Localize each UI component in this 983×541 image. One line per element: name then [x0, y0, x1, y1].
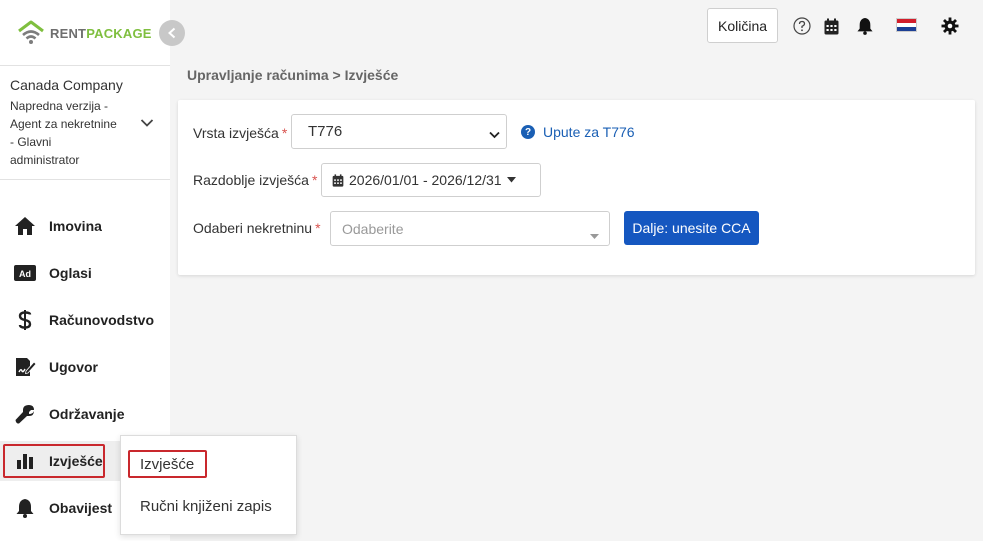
required-mark: *: [315, 220, 321, 236]
logo[interactable]: RENTPACKAGE: [16, 18, 152, 48]
report-form-card: Vrsta izvješća * T776 ? Upute za T776 Raz…: [178, 100, 975, 275]
calendar-icon[interactable]: [821, 16, 841, 36]
next-enter-cca-button[interactable]: Dalje: unesite CCA: [624, 211, 759, 245]
bell-icon[interactable]: [855, 16, 875, 36]
calendar-icon: [332, 173, 344, 187]
period-label: Razdoblje izvješća *: [193, 172, 317, 188]
sidebar-divider: [0, 65, 170, 66]
brand-name: RENTPACKAGE: [50, 26, 152, 41]
sidebar-item-odrzavanje[interactable]: Održavanje: [0, 394, 170, 434]
property-label: Odaberi nekretninu *: [193, 220, 321, 236]
report-help-link[interactable]: ? Upute za T776: [521, 124, 635, 140]
sidebar-item-label: Ugovor: [49, 359, 98, 375]
sidebar-item-oglasi[interactable]: Ad Oglasi: [0, 253, 170, 293]
sidebar-item-label: Održavanje: [49, 406, 125, 422]
flag-stripe-blue: [897, 27, 916, 31]
property-label-text: Odaberi nekretninu: [193, 220, 313, 236]
gear-icon[interactable]: [940, 16, 960, 36]
report-help-link-text: Upute za T776: [543, 124, 635, 140]
report-type-label-text: Vrsta izvješća: [193, 125, 279, 141]
chevron-down-icon[interactable]: [140, 115, 154, 131]
caret-down-icon: [590, 226, 599, 242]
sidebar-collapse-button[interactable]: [159, 20, 185, 46]
period-date-range-picker[interactable]: 2026/01/01 - 2026/12/31: [321, 163, 541, 197]
sidebar-item-imovina[interactable]: Imovina: [0, 206, 170, 246]
bell-icon: [14, 497, 36, 519]
report-type-label: Vrsta izvješća *: [193, 125, 287, 141]
report-type-select[interactable]: T776: [291, 114, 507, 149]
sidebar-item-label: Imovina: [49, 218, 102, 234]
sidebar-item-label: Računovodstvo: [49, 312, 155, 328]
account-switcher[interactable]: Canada Company Napredna verzija - Agent …: [10, 77, 160, 169]
required-mark: *: [281, 125, 288, 141]
dollar-icon: [14, 309, 36, 331]
chevron-left-icon: [168, 27, 176, 39]
help-icon[interactable]: [792, 16, 812, 36]
period-label-text: Razdoblje izvješća: [193, 172, 309, 188]
top-bar: Količina: [170, 0, 983, 52]
home-icon: [14, 215, 36, 237]
brand-name-rent: RENT: [50, 25, 87, 41]
svg-text:Ad: Ad: [19, 269, 31, 279]
croatia-flag-icon[interactable]: [896, 18, 917, 32]
company-name: Canada Company: [10, 77, 123, 93]
quantity-button[interactable]: Količina: [707, 8, 778, 43]
account-role: Napredna verzija - Agent za nekretnine -…: [10, 99, 117, 167]
sidebar-item-label: Obavijest: [49, 500, 113, 516]
property-select[interactable]: Odaberite: [330, 211, 610, 246]
caret-down-icon: [506, 177, 516, 183]
ad-icon: Ad: [14, 262, 36, 284]
contract-icon: [14, 356, 36, 378]
wifi-house-logo-icon: [16, 18, 46, 48]
bar-chart-icon: [14, 450, 36, 472]
chevron-down-icon: [489, 126, 500, 143]
brand-name-package: PACKAGE: [86, 25, 152, 41]
submenu-item-rucni-knjizeni-zapis[interactable]: Ručni knjiženi zapis: [140, 498, 272, 515]
sidebar-item-label: Izvješće: [49, 453, 103, 469]
period-value: 2026/01/01 - 2026/12/31: [349, 172, 502, 188]
sidebar-item-racunovodstvo[interactable]: Računovodstvo: [0, 300, 170, 340]
breadcrumb: Upravljanje računima > Izvješće: [187, 67, 399, 83]
sidebar-item-ugovor[interactable]: Ugovor: [0, 347, 170, 387]
sidebar-item-label: Oglasi: [49, 265, 92, 281]
submenu-item-izvjesce[interactable]: Izvješće: [140, 456, 194, 473]
required-mark: *: [311, 172, 318, 188]
wrench-icon: [14, 403, 36, 425]
report-submenu: Izvješće Ručni knjiženi zapis: [120, 435, 297, 535]
report-type-value: T776: [308, 123, 343, 140]
question-circle-icon: ?: [521, 125, 535, 139]
property-placeholder: Odaberite: [342, 220, 404, 237]
sidebar-divider: [0, 179, 170, 180]
